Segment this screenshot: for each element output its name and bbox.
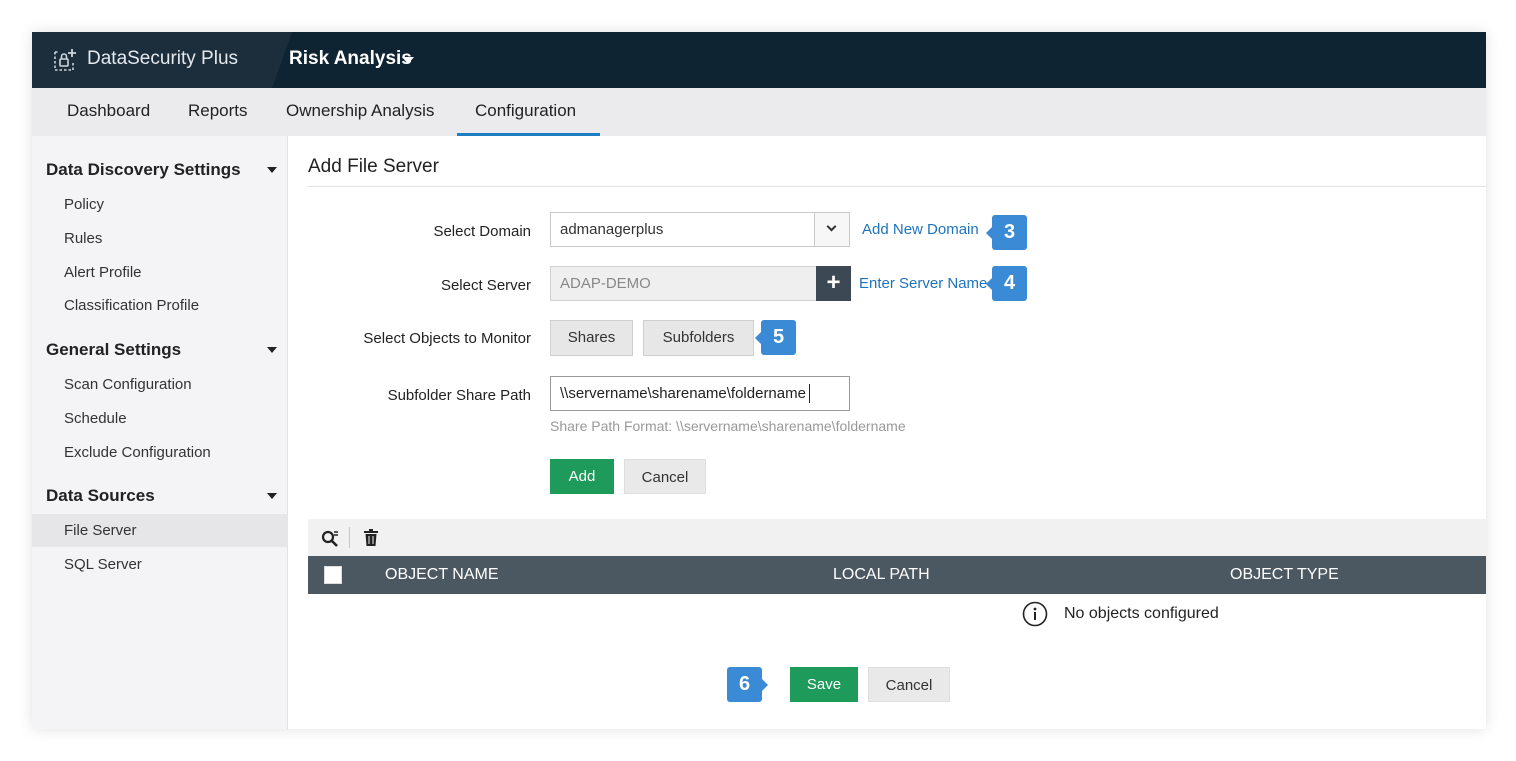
select-all-checkbox[interactable] [324, 566, 342, 584]
step-callout-3: 3 [986, 215, 1027, 250]
table-header: OBJECT NAME LOCAL PATH OBJECT TYPE [308, 556, 1486, 594]
select-server-label: Select Server [440, 277, 531, 294]
plus-icon: + [826, 269, 841, 296]
tab-dashboard[interactable]: Dashboard [67, 101, 150, 121]
caret-down-icon[interactable] [267, 167, 277, 173]
toolbar-separator [349, 527, 350, 548]
sidebar-item-alert-profile[interactable]: Alert Profile [64, 264, 142, 281]
footer-cancel-button[interactable]: Cancel [868, 667, 950, 702]
column-object-type[interactable]: OBJECT TYPE [1230, 566, 1339, 584]
tab-reports[interactable]: Reports [188, 101, 248, 121]
select-domain-label: Select Domain [433, 223, 531, 240]
sidebar-section-general-settings[interactable]: General Settings [46, 340, 181, 360]
trash-icon[interactable] [364, 529, 378, 546]
subfolders-button[interactable]: Subfolders [643, 320, 754, 356]
server-input[interactable]: ADAP-DEMO [550, 266, 817, 301]
module-switcher-label[interactable]: Risk Analysis [289, 48, 412, 70]
sidebar-item-schedule[interactable]: Schedule [64, 410, 127, 427]
add-new-domain-link[interactable]: Add New Domain [862, 221, 979, 238]
empty-state-message: No objects configured [1064, 605, 1219, 622]
sidebar-item-file-server[interactable]: File Server [64, 522, 137, 539]
search-filter-icon[interactable] [321, 530, 339, 548]
sidebar-item-rules[interactable]: Rules [64, 230, 102, 247]
sidebar-item-policy[interactable]: Policy [64, 196, 104, 213]
brand-area: DataSecurity Plus [32, 32, 292, 88]
sidebar-item-exclude-configuration[interactable]: Exclude Configuration [64, 444, 211, 461]
dropdown-toggle-button[interactable] [814, 213, 849, 246]
shares-button[interactable]: Shares [550, 320, 633, 356]
tab-ownership-analysis[interactable]: Ownership Analysis [286, 101, 434, 121]
domain-select-value: admanagerplus [560, 221, 664, 238]
subfolder-share-path-label: Subfolder Share Path [387, 387, 531, 404]
divider [308, 186, 1486, 187]
top-bar: DataSecurity Plus Risk Analysis [32, 32, 1486, 88]
add-server-button[interactable]: + [816, 266, 851, 301]
caret-down-icon[interactable] [267, 493, 277, 499]
subfolder-share-path-input[interactable]: \\servername\sharename\foldername [550, 376, 850, 411]
sidebar-section-data-discovery-settings[interactable]: Data Discovery Settings [46, 160, 241, 180]
path-input-value: \\servername\sharename\foldername [560, 385, 806, 402]
sidebar-item-classification-profile[interactable]: Classification Profile [64, 297, 199, 314]
datasecurity-logo-icon [54, 49, 76, 71]
sidebar-section-data-sources[interactable]: Data Sources [46, 486, 155, 506]
share-path-format-hint: Share Path Format: \\servername\sharenam… [550, 418, 906, 434]
app-window: DataSecurity Plus Risk Analysis Dashboar… [32, 32, 1486, 729]
cancel-button[interactable]: Cancel [624, 459, 706, 494]
column-object-name[interactable]: OBJECT NAME [385, 566, 499, 584]
chevron-down-icon [826, 221, 837, 232]
server-input-placeholder: ADAP-DEMO [560, 275, 651, 292]
table-toolbar [308, 519, 1486, 556]
step-callout-4: 4 [986, 266, 1027, 301]
tab-configuration[interactable]: Configuration [475, 101, 576, 121]
domain-select[interactable]: admanagerplus [550, 212, 850, 247]
info-icon [1022, 601, 1048, 627]
sidebar: Data Discovery Settings Policy Rules Ale… [32, 136, 288, 729]
text-cursor [809, 384, 810, 403]
caret-down-icon[interactable] [267, 347, 277, 353]
enter-server-name-link[interactable]: Enter Server Name [859, 275, 987, 292]
step-callout-6: 6 [727, 667, 768, 702]
select-objects-label: Select Objects to Monitor [363, 330, 531, 347]
brand-name: DataSecurity Plus [87, 48, 239, 69]
sidebar-item-scan-configuration[interactable]: Scan Configuration [64, 376, 192, 393]
sidebar-item-sql-server[interactable]: SQL Server [64, 556, 142, 573]
save-button[interactable]: Save [790, 667, 858, 702]
caret-down-icon[interactable] [402, 57, 414, 64]
main-nav-tabs: Dashboard Reports Ownership Analysis Con… [32, 88, 1486, 136]
step-callout-5: 5 [755, 320, 796, 355]
column-local-path[interactable]: LOCAL PATH [833, 566, 930, 584]
active-tab-indicator [457, 133, 600, 136]
page-title: Add File Server [308, 156, 439, 177]
add-button[interactable]: Add [550, 459, 614, 494]
